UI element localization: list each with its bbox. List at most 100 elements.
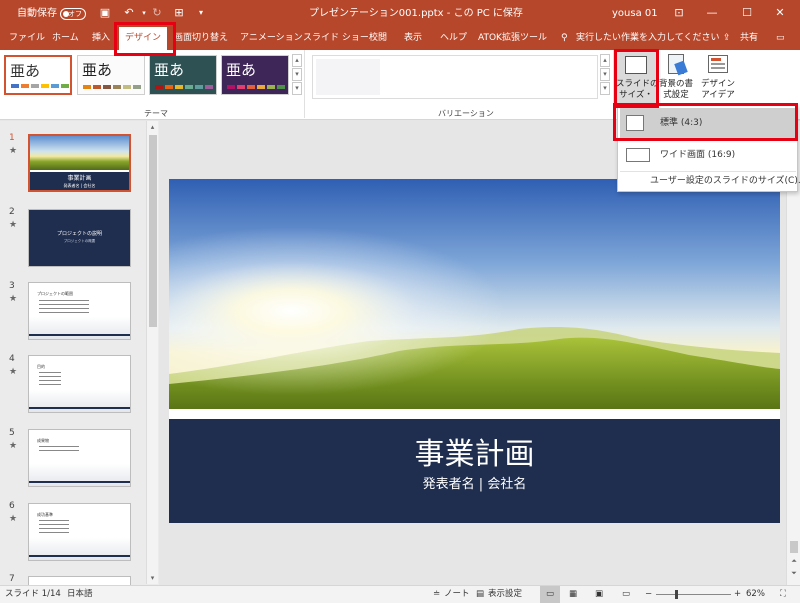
tab-review[interactable]: 校閲	[369, 27, 387, 50]
slide-title[interactable]: 事業計画	[169, 435, 780, 475]
slide-thumbnail-3[interactable]: プロジェクトの範囲	[28, 282, 131, 340]
thumb-title: プロジェクトの説明	[56, 231, 102, 237]
thumb-number: 6	[9, 501, 15, 511]
themes-scroll-down[interactable]: ▾	[292, 68, 302, 81]
menu-item-wide-label: ワイド画面 (16:9)	[660, 150, 736, 160]
scrollbar-thumb[interactable]	[790, 541, 798, 553]
menu-item-custom-size[interactable]: ユーザー設定のスライドのサイズ(C)...	[620, 172, 800, 191]
customize-qat-icon[interactable]: ▾	[194, 5, 208, 21]
autosave-toggle[interactable]: オフ	[60, 8, 86, 20]
thumb-number: 3	[9, 281, 15, 291]
tab-view[interactable]: 表示	[404, 27, 422, 50]
tab-insert[interactable]: 挿入	[92, 27, 110, 50]
slide-1[interactable]: 事業計画 発表者名 | 会社名	[169, 179, 780, 523]
thumb-number: 1	[9, 133, 15, 143]
tab-home[interactable]: ホーム	[52, 27, 79, 50]
search-icon[interactable]: ⚲	[561, 27, 568, 50]
tab-transitions[interactable]: 画面切り替え	[174, 27, 228, 50]
save-icon[interactable]: ▣	[98, 5, 112, 21]
slide-subtitle[interactable]: 発表者名 | 会社名	[169, 476, 780, 494]
share-icon[interactable]: ⇪	[723, 27, 731, 50]
thumb-title: 成果物	[37, 438, 49, 443]
variations-scroll-down[interactable]: ▾	[600, 68, 610, 81]
variation-thumb[interactable]	[316, 59, 380, 95]
animation-star-icon: ★	[9, 367, 18, 377]
slide-thumbnail-7[interactable]	[28, 576, 131, 585]
notes-icon[interactable]: ≐	[433, 586, 440, 603]
thumb-title: 目的	[37, 364, 45, 369]
ribbon-display-options-icon[interactable]: ⊡	[672, 5, 686, 21]
variations-more[interactable]: ▾	[600, 82, 610, 95]
language-indicator[interactable]: 日本語	[67, 586, 93, 603]
thumb-number: 7	[9, 574, 15, 584]
undo-icon[interactable]: ↶	[122, 5, 136, 21]
slide-size-button[interactable]: スライドの サイズ・	[616, 52, 659, 106]
tab-help[interactable]: ヘルプ	[440, 27, 467, 50]
themes-scroll-up[interactable]: ▴	[292, 54, 302, 67]
slide-thumbnail-6[interactable]: 成功基準	[28, 503, 131, 561]
theme-ion-boardroom[interactable]: 亜あ	[221, 55, 289, 95]
theme-ion[interactable]: 亜あ	[149, 55, 217, 95]
tab-design[interactable]: デザイン	[119, 27, 168, 50]
thumb-subtitle: 発表者名 | 会社名	[63, 183, 96, 188]
next-slide-icon[interactable]: ⏷	[789, 569, 799, 578]
animation-star-icon: ★	[9, 514, 18, 524]
scroll-down-icon[interactable]: ▾	[148, 574, 157, 582]
redo-icon[interactable]: ↻	[150, 5, 164, 21]
themes-more[interactable]: ▾	[292, 82, 302, 95]
comments-icon[interactable]: ▭	[776, 27, 785, 50]
thumbnail-scrollbar[interactable]: ▴ ▾	[146, 121, 158, 584]
zoom-out-icon[interactable]: −	[645, 586, 652, 603]
slide-thumbnail-1[interactable]: 事業計画 発表者名 | 会社名	[28, 134, 131, 192]
minimize-icon[interactable]: —	[705, 5, 719, 21]
undo-dropdown-icon[interactable]: ▾	[137, 5, 151, 21]
scroll-up-icon[interactable]: ▴	[148, 123, 157, 131]
menu-item-standard[interactable]: 標準 (4:3)	[620, 108, 796, 138]
slide-thumbnail-4[interactable]: 目的	[28, 355, 131, 413]
slide-thumbnail-2[interactable]: プロジェクトの説明 プロジェクトの概要	[28, 209, 131, 267]
fit-slide-icon[interactable]: ⛶	[780, 586, 786, 603]
normal-view-icon[interactable]: ▭	[540, 586, 560, 603]
thumb-number: 2	[9, 207, 15, 217]
reading-view-icon[interactable]: ▣	[595, 586, 603, 603]
title-bar: 自動保存 オフ ▣ ↶ ▾ ↻ ⊞ ▾ プレゼンテーション001.pptx - …	[0, 0, 800, 27]
theme-facet[interactable]: 亜あ	[77, 55, 145, 95]
tab-file[interactable]: ファイル	[9, 27, 45, 50]
wide-size-icon	[626, 148, 650, 162]
tab-animations[interactable]: アニメーション	[240, 27, 303, 50]
zoom-in-icon[interactable]: +	[734, 586, 741, 603]
slide-size-label: スライドの サイズ・	[616, 79, 659, 100]
theme-office[interactable]: 亜あ	[4, 55, 72, 95]
scrollbar-thumb[interactable]	[149, 135, 157, 327]
previous-slide-icon[interactable]: ⏶	[789, 557, 799, 566]
standard-size-icon	[626, 115, 644, 131]
menu-item-wide[interactable]: ワイド画面 (16:9)	[620, 140, 796, 170]
tell-me-box[interactable]: 実行したい作業を入力してください	[576, 27, 719, 50]
zoom-slider-thumb[interactable]	[675, 590, 678, 599]
share-button[interactable]: 共有	[740, 27, 758, 50]
theme-glyph: 亜あ	[226, 61, 257, 79]
status-bar: スライド 1/14 日本語 ≐ ノート ▤ 表示設定 ▭ ▦ ▣ ▭ − + 6…	[0, 585, 800, 603]
design-ideas-button[interactable]: デザイン アイデア	[698, 52, 738, 101]
slideshow-view-icon[interactable]: ▭	[622, 586, 630, 603]
maximize-icon[interactable]: ☐	[740, 5, 754, 21]
slide-sorter-icon[interactable]: ▦	[569, 586, 577, 603]
present-icon[interactable]: ⊞	[172, 5, 186, 21]
zoom-level[interactable]: 62%	[746, 586, 765, 603]
variations-gallery[interactable]	[312, 55, 598, 99]
divider	[613, 50, 614, 118]
format-background-button[interactable]: 背景の書 式設定	[656, 52, 696, 101]
slide-thumbnail-5[interactable]: 成果物	[28, 429, 131, 487]
variations-scroll-up[interactable]: ▴	[600, 54, 610, 67]
user-name[interactable]: yousa 01	[612, 0, 658, 27]
animation-star-icon: ★	[9, 441, 18, 451]
thumb-title: 事業計画	[67, 175, 92, 182]
tab-atok[interactable]: ATOK拡張ツール	[478, 27, 547, 50]
tab-slideshow[interactable]: スライド ショー	[303, 27, 369, 50]
thumb-title: プロジェクトの範囲	[37, 291, 73, 296]
zoom-slider[interactable]	[656, 594, 731, 595]
close-icon[interactable]: ✕	[773, 5, 787, 21]
notes-button[interactable]: ノート	[444, 586, 470, 603]
display-settings-icon[interactable]: ▤	[476, 586, 484, 603]
display-settings-button[interactable]: 表示設定	[488, 586, 522, 603]
